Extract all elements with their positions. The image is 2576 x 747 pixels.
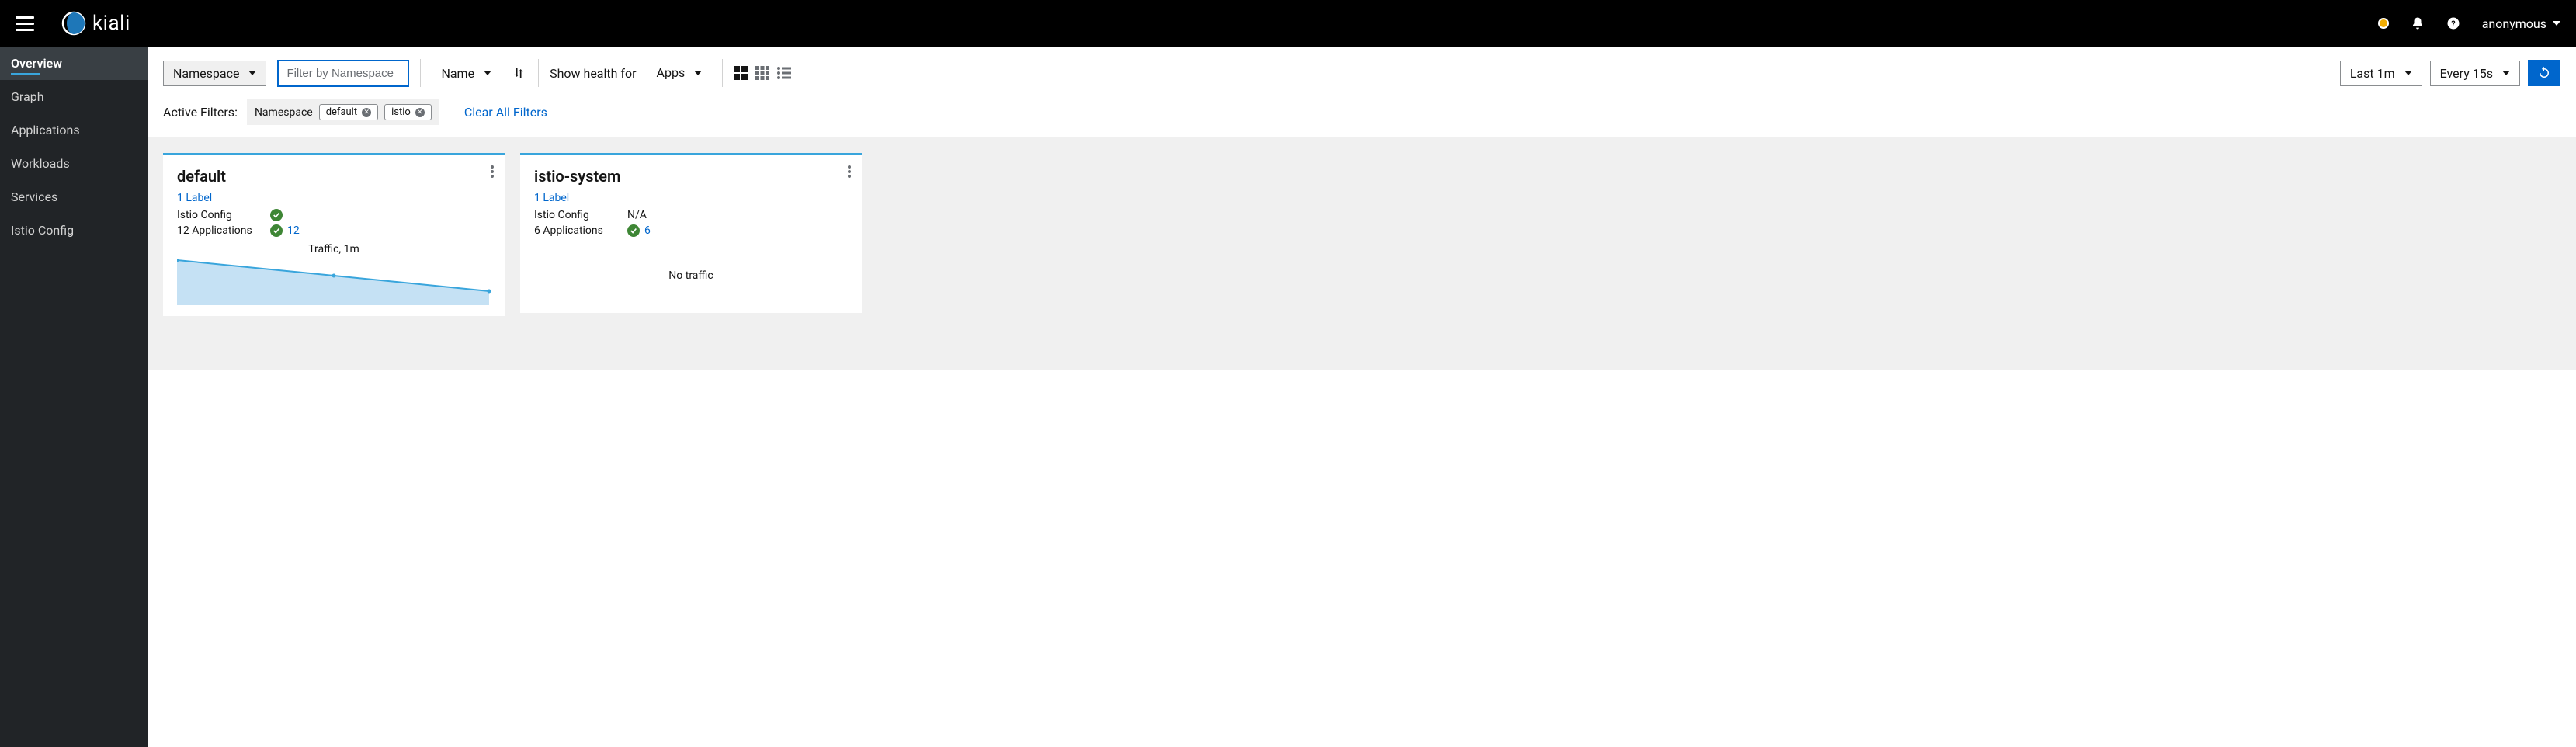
refresh-button[interactable] (2528, 60, 2560, 86)
sidebar: Overview Graph Applications Workloads Se… (0, 47, 148, 747)
remove-chip-icon[interactable]: ✕ (415, 108, 425, 117)
filter-chip: istio ✕ (384, 104, 432, 120)
menu-toggle-icon[interactable] (16, 14, 34, 33)
kebab-menu-icon[interactable] (491, 165, 494, 178)
istio-config-row: Istio Config N/A (534, 207, 848, 223)
filter-input[interactable] (277, 60, 409, 87)
sidebar-item-overview[interactable]: Overview (0, 47, 148, 80)
divider (722, 59, 723, 87)
namespace-card-default: default 1 Label Istio Config 12 Applicat… (163, 153, 505, 316)
remove-chip-icon[interactable]: ✕ (362, 108, 371, 117)
refresh-interval-select[interactable]: Every 15s (2430, 61, 2520, 86)
view-list-icon[interactable] (777, 66, 791, 80)
istio-config-value: N/A (627, 209, 647, 221)
refresh-icon (2537, 66, 2551, 80)
view-toggle (734, 66, 791, 80)
mesh-status-icon[interactable] (2378, 18, 2389, 29)
filter-type-select[interactable]: Namespace (163, 61, 266, 86)
health-ok-icon (627, 224, 640, 237)
toolbar: Namespace Name Show health for Apps (148, 47, 2576, 96)
apps-count-link[interactable]: 12 (287, 224, 300, 237)
sidebar-item-services[interactable]: Services (0, 180, 148, 214)
caret-down-icon (2553, 21, 2560, 26)
caret-down-icon (2502, 71, 2510, 75)
health-ok-icon (270, 224, 283, 237)
istio-config-label: Istio Config (177, 209, 270, 221)
time-range-select[interactable]: Last 1m (2340, 61, 2422, 86)
kiali-logo-icon (61, 11, 86, 36)
sort-by-select[interactable]: Name (432, 61, 501, 85)
applications-row: 12 Applications 12 (177, 223, 491, 238)
active-filters-label: Active Filters: (163, 105, 238, 120)
health-for-select[interactable]: Apps (647, 61, 712, 85)
apps-label: 12 Applications (177, 224, 270, 237)
help-icon[interactable]: ? (2446, 16, 2460, 30)
namespace-card-istio-system: istio-system 1 Label Istio Config N/A 6 … (520, 153, 862, 313)
filter-group-label: Namespace (255, 106, 313, 119)
sidebar-item-istio-config[interactable]: Istio Config (0, 214, 148, 247)
filter-chip: default ✕ (319, 104, 378, 120)
sidebar-item-graph[interactable]: Graph (0, 80, 148, 113)
caret-down-icon (694, 71, 702, 75)
main-content: Namespace Name Show health for Apps (148, 47, 2576, 747)
active-filters-row: Active Filters: Namespace default ✕ isti… (148, 96, 2576, 137)
applications-row: 6 Applications 6 (534, 223, 848, 238)
divider (538, 59, 539, 87)
sidebar-item-applications[interactable]: Applications (0, 113, 148, 147)
user-menu[interactable]: anonymous (2482, 16, 2560, 31)
kebab-menu-icon[interactable] (848, 165, 851, 178)
cards-area: default 1 Label Istio Config 12 Applicat… (148, 137, 2576, 370)
labels-link[interactable]: 1 Label (177, 192, 212, 204)
health-ok-icon (270, 209, 283, 221)
brand-text: kiali (92, 12, 130, 35)
card-title: default (177, 167, 491, 186)
istio-config-row: Istio Config (177, 207, 491, 223)
health-for-label: Show health for (550, 66, 636, 81)
filter-group-namespace: Namespace default ✕ istio ✕ (247, 99, 439, 125)
svg-text:?: ? (2451, 19, 2455, 29)
divider (420, 59, 421, 87)
topbar: kiali ? anonymous (0, 0, 2576, 47)
sort-direction-icon[interactable] (512, 65, 527, 81)
traffic-sparkline (177, 259, 491, 305)
card-title: istio-system (534, 167, 848, 186)
notifications-icon[interactable] (2411, 16, 2425, 30)
apps-count-link[interactable]: 6 (644, 224, 651, 237)
clear-filters-link[interactable]: Clear All Filters (464, 105, 547, 120)
caret-down-icon (484, 71, 491, 75)
sidebar-item-workloads[interactable]: Workloads (0, 147, 148, 180)
brand-logo[interactable]: kiali (61, 11, 130, 36)
istio-config-label: Istio Config (534, 209, 627, 221)
caret-down-icon (2404, 71, 2412, 75)
view-compact-icon[interactable] (734, 66, 748, 80)
topbar-actions: ? anonymous (2378, 16, 2560, 31)
caret-down-icon (248, 71, 256, 75)
labels-link[interactable]: 1 Label (534, 192, 569, 204)
apps-label: 6 Applications (534, 224, 627, 237)
user-name: anonymous (2482, 16, 2546, 31)
traffic-label: Traffic, 1m (177, 243, 491, 255)
view-expand-icon[interactable] (755, 66, 769, 80)
no-traffic-label: No traffic (534, 238, 848, 305)
